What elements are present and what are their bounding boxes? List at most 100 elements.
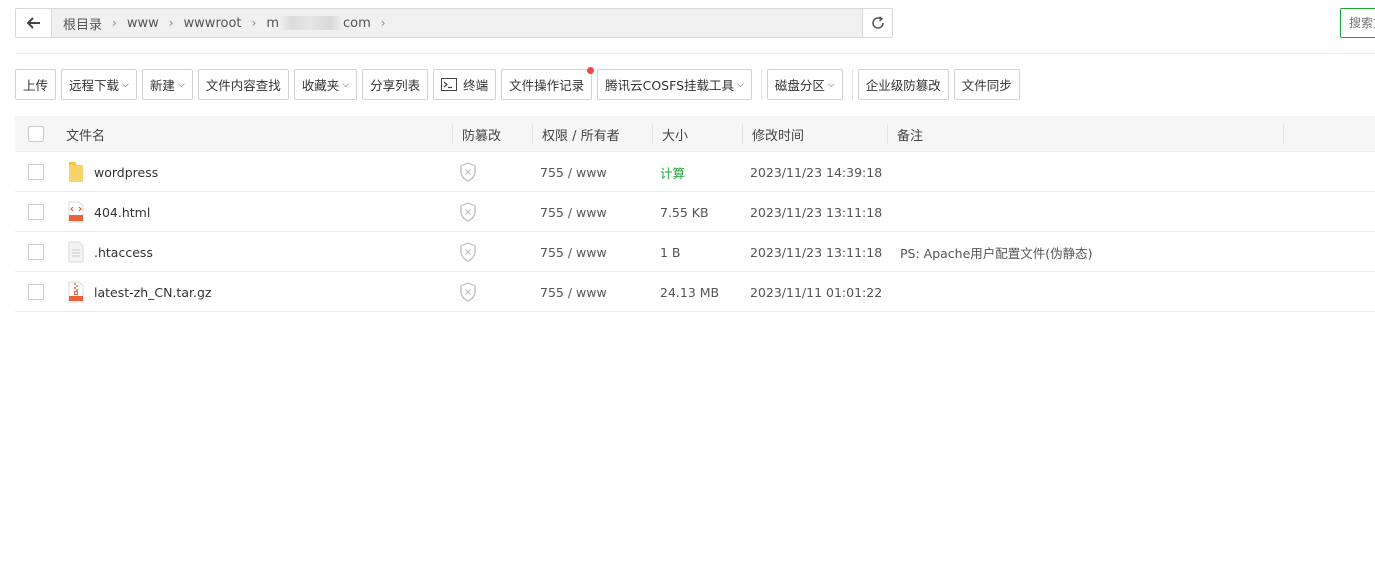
chevron-down-icon: ⌵ (342, 79, 350, 90)
select-all-checkbox[interactable] (28, 126, 44, 142)
terminal-icon (441, 78, 458, 91)
file-size: 7.55 KB (660, 204, 709, 220)
breadcrumb-wwwroot[interactable]: wwwroot › (180, 16, 263, 31)
permission-value[interactable]: 755 / www (540, 192, 607, 232)
favorites-button[interactable]: 收藏夹 ⌵ (293, 69, 358, 100)
breadcrumb-site[interactable]: m com › (262, 16, 391, 31)
column-header-size[interactable]: 大小 (662, 116, 688, 152)
file-note[interactable]: PS: Apache用户配置文件(伪静态) (900, 232, 1093, 272)
toolbar: 上传 远程下载 ⌵ 新建 ⌵ 文件内容查找 收藏夹 ⌵ 分享列表 终端 文件操作记录 … (15, 67, 1025, 100)
tamper-status-cell[interactable] (459, 192, 477, 232)
row-select-cell (28, 192, 44, 232)
archive-file-icon (68, 281, 84, 303)
chevron-down-icon: ⌵ (827, 79, 835, 90)
row-checkbox[interactable] (28, 164, 44, 180)
remote-download-button[interactable]: 远程下载 ⌵ (61, 69, 137, 100)
refresh-icon (871, 16, 884, 29)
column-header-name[interactable]: 文件名 (66, 116, 105, 152)
table-header: 文件名 防篡改 权限 / 所有者 大小 修改时间 备注 (15, 116, 1375, 152)
new-button[interactable]: 新建 ⌵ (141, 69, 193, 100)
shield-x-icon (460, 242, 476, 262)
back-button[interactable] (16, 9, 52, 37)
tamper-status-cell[interactable] (459, 272, 477, 312)
permission-value[interactable]: 755 / www (540, 152, 607, 192)
chevron-right-icon: › (380, 16, 386, 30)
column-divider (887, 124, 888, 144)
text-file-icon (68, 241, 84, 263)
file-size: 24.13 MB (660, 284, 720, 300)
calculate-size-link[interactable]: 计算 (660, 152, 685, 192)
cosfs-mount-button[interactable]: 腾讯云COSFS挂载工具 ⌵ (597, 69, 752, 100)
file-name[interactable]: .htaccess (94, 232, 153, 272)
row-select-cell (28, 152, 44, 192)
shield-x-icon (460, 162, 476, 182)
toolbar-divider (760, 69, 762, 100)
button-label: 文件操作记录 (509, 78, 585, 93)
html-file-icon (68, 201, 84, 223)
chevron-right-icon: › (251, 16, 257, 30)
breadcrumb-label: www (126, 15, 159, 31)
search-input[interactable] (1340, 8, 1375, 38)
disk-partition-button[interactable]: 磁盘分区 ⌵ (766, 69, 843, 100)
breadcrumb-www[interactable]: www › (123, 16, 180, 31)
redacted-text (279, 16, 343, 30)
file-log-button[interactable]: 文件操作记录 (501, 67, 595, 100)
breadcrumb-root[interactable]: 根目录 › (59, 14, 123, 33)
file-name[interactable]: 404.html (94, 192, 150, 232)
upload-button[interactable]: 上传 (15, 69, 57, 100)
shield-x-icon (460, 282, 476, 302)
tamper-protection-button[interactable]: 企业级防篡改 (857, 69, 949, 100)
content-search-button[interactable]: 文件内容查找 (197, 69, 289, 100)
row-checkbox[interactable] (28, 284, 44, 300)
column-divider (1283, 124, 1284, 144)
column-header-tamper: 防篡改 (462, 128, 502, 144)
toolbar-divider (851, 69, 853, 100)
tamper-status-cell[interactable] (459, 152, 477, 192)
row-select-cell (28, 232, 44, 272)
row-checkbox[interactable] (28, 244, 44, 260)
file-table: 文件名 防篡改 权限 / 所有者 大小 修改时间 备注 wordpress 75… (15, 116, 1375, 312)
divider (15, 53, 1375, 54)
chevron-right-icon: › (112, 16, 117, 30)
column-header-modified[interactable]: 修改时间 (752, 116, 804, 152)
column-header-permission: 权限 / 所有者 (542, 128, 620, 144)
table-row[interactable]: 404.html 755 / www 7.55 KB 2023/11/23 13… (15, 192, 1375, 232)
chevron-down-icon: ⌵ (177, 79, 185, 90)
chevron-down-icon: ⌵ (122, 79, 129, 90)
table-row[interactable]: wordpress 755 / www 计算 2023/11/23 14:39:… (15, 152, 1375, 192)
file-icon-cell (67, 232, 85, 272)
modified-time: 2023/11/11 01:01:22 (750, 284, 883, 300)
row-checkbox[interactable] (28, 204, 44, 220)
column-divider (532, 124, 533, 144)
modified-time: 2023/11/23 13:11:18 (750, 204, 883, 220)
breadcrumb: 根目录 › www › wwwroot › m com › (52, 9, 862, 37)
file-icon-cell (67, 152, 85, 192)
share-list-button[interactable]: 分享列表 (362, 69, 429, 100)
column-divider (452, 124, 453, 144)
file-sync-button[interactable]: 文件同步 (953, 69, 1020, 100)
terminal-button[interactable]: 终端 (433, 69, 497, 100)
button-label: 腾讯云COSFS挂载工具 (605, 78, 735, 93)
modified-time: 2023/11/23 13:11:18 (750, 244, 883, 260)
button-label: 新建 (149, 78, 175, 93)
button-label: 远程下载 (69, 78, 120, 93)
folder-icon (69, 162, 83, 182)
button-label: 磁盘分区 (774, 78, 825, 93)
arrow-left-icon (26, 17, 40, 29)
path-bar: 根目录 › www › wwwroot › m com › (15, 8, 893, 38)
file-name[interactable]: latest-zh_CN.tar.gz (94, 272, 211, 312)
chevron-down-icon: ⌵ (737, 79, 744, 90)
button-label: 终端 (463, 78, 489, 93)
refresh-button[interactable] (862, 9, 892, 37)
shield-x-icon (460, 202, 476, 222)
permission-value[interactable]: 755 / www (540, 232, 607, 272)
tamper-status-cell[interactable] (459, 232, 477, 272)
file-name[interactable]: wordpress (94, 152, 158, 192)
table-row[interactable]: latest-zh_CN.tar.gz 755 / www 24.13 MB 2… (15, 272, 1375, 312)
table-row[interactable]: .htaccess 755 / www 1 B 2023/11/23 13:11… (15, 232, 1375, 272)
column-divider (652, 124, 653, 144)
permission-value[interactable]: 755 / www (540, 272, 607, 312)
file-icon-cell (67, 272, 85, 312)
breadcrumb-label: 根目录 (63, 17, 103, 33)
file-size: 1 B (660, 244, 681, 260)
